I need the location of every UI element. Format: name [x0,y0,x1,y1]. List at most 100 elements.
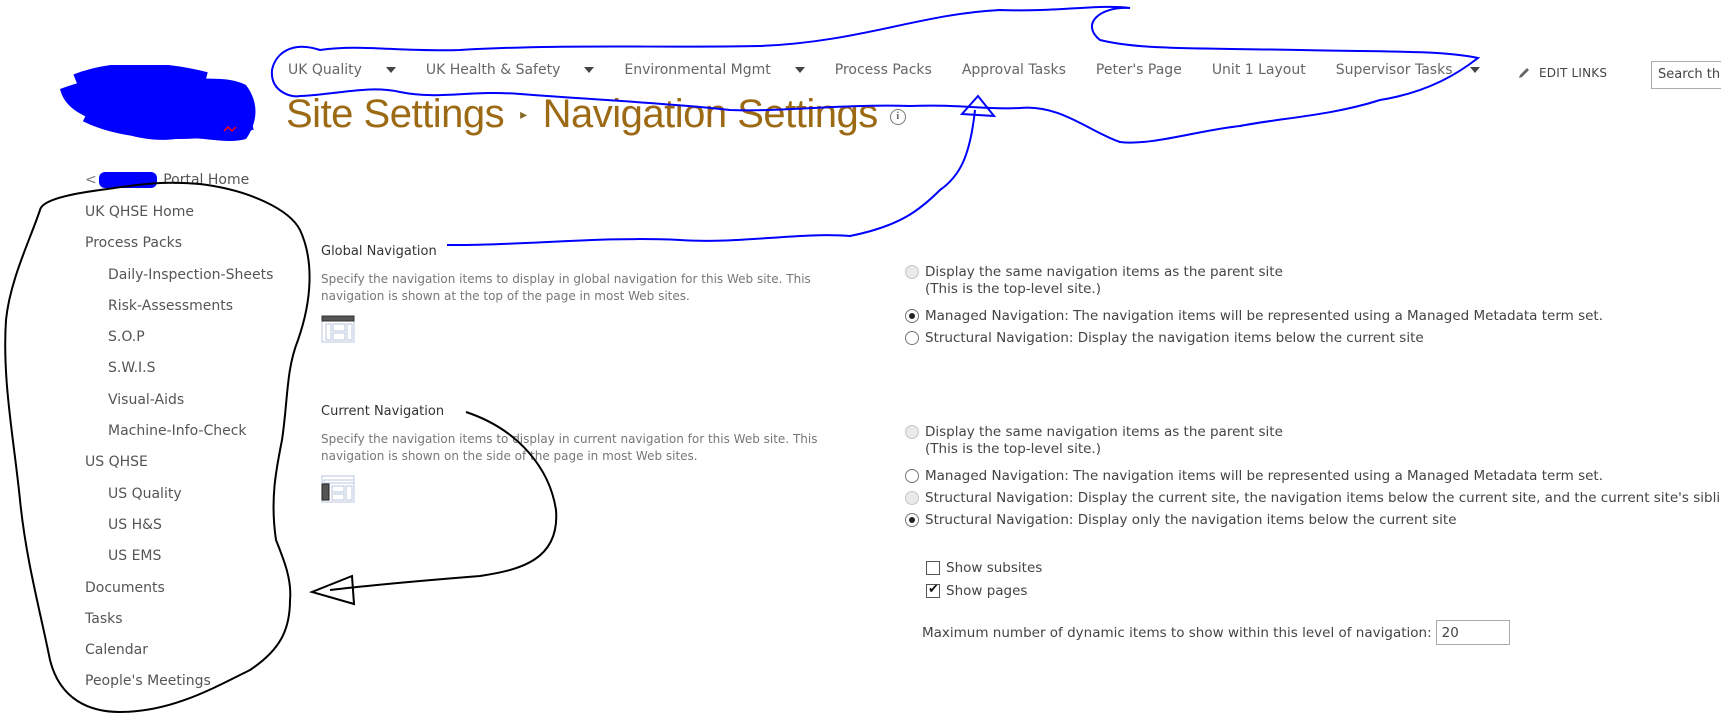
sidebar-item[interactable]: Tasks [85,609,273,640]
current-navigation-heading: Current Navigation [321,404,445,419]
sidebar-item[interactable]: Calendar [85,640,273,671]
option-subtext: (This is the top-level site.) [925,281,1101,297]
option-subtext: (This is the top-level site.) [925,441,1101,457]
breadcrumb-current-page: Navigation Settings [542,92,879,136]
option-label: Structural Navigation: Display the navig… [925,330,1424,346]
radio-button[interactable] [905,513,919,527]
section-heading: Current Navigation [309,390,467,422]
top-nav-item-supervisor-tasks[interactable]: Supervisor Tasks [1336,62,1481,78]
top-nav-label: Process Packs [834,62,932,78]
current-navigation-section: Current Navigation Specify the navigatio… [309,390,821,503]
sidebar-item[interactable]: Risk-Assessments [85,296,273,327]
info-icon[interactable]: i [889,109,906,125]
sidebar-item[interactable]: US Quality [85,484,273,515]
top-nav-item-uk-health-safety[interactable]: UK Health & Safety [425,62,595,78]
top-nav-item-unit-1-layout[interactable]: Unit 1 Layout [1212,62,1306,78]
checkbox[interactable] [926,582,940,598]
top-nav-label: Environmental Mgmt [624,62,771,78]
blue-arrow-head [959,94,997,118]
sidebar-item[interactable]: UK QHSE Home [85,202,273,233]
back-arrow-icon: < [85,172,97,188]
top-nav-item-process-packs[interactable]: Process Packs [835,62,932,78]
dropdown-caret-icon[interactable] [794,67,805,73]
option-label: Managed Navigation: The navigation items… [925,308,1604,324]
max-dynamic-items-row: Maximum number of dynamic items to show … [922,620,1510,645]
top-nav-item-uk-quality[interactable]: UK Quality [288,62,396,78]
breadcrumb-separator-icon: ▸ [520,106,527,122]
section-description: Specify the navigation items to display … [321,272,811,303]
global-option-managed[interactable]: Managed Navigation: The navigation items… [905,308,1603,330]
option-label: Structural Navigation: Display only the … [925,512,1457,528]
section-description: Specify the navigation items to display … [321,432,818,463]
current-option-structural-below[interactable]: Structural Navigation: Display only the … [905,512,1721,534]
current-option-parent[interactable]: Display the same navigation items as the… [905,424,1721,468]
dropdown-caret-icon[interactable] [584,67,595,73]
pencil-icon [1519,68,1529,78]
radio-button[interactable] [905,331,919,345]
portal-home-label: Portal Home [163,172,250,188]
current-option-structural-siblings[interactable]: Structural Navigation: Display the curre… [905,490,1721,512]
top-nav-label: Supervisor Tasks [1335,62,1453,78]
show-pages-checkbox[interactable]: Show pages [926,579,1042,602]
checkbox[interactable] [926,560,940,575]
max-dynamic-items-label: Maximum number of dynamic items to show … [922,624,1432,641]
current-option-managed[interactable]: Managed Navigation: The navigation items… [905,468,1721,490]
redacted-text [98,172,157,188]
black-arrow-head [308,574,356,606]
sidebar-item[interactable]: Visual-Aids [85,390,273,421]
global-option-parent[interactable]: Display the same navigation items as the… [905,264,1603,308]
portal-home-link[interactable]: < Portal Home [85,172,249,188]
sidebar-item[interactable]: Machine-Info-Check [85,421,273,452]
search-input[interactable]: Search this site [1651,61,1721,89]
radio-button[interactable] [905,309,919,323]
global-navigation-bar: UK Quality UK Health & Safety Environmen… [288,62,1510,78]
global-navigation-options: Display the same navigation items as the… [905,264,1603,352]
sidebar-item[interactable]: US EMS [85,546,273,577]
radio-button[interactable] [905,469,919,483]
page-title: Site Settings ▸ Navigation Settings i [286,92,906,137]
checkbox-label: Show subsites [946,559,1043,576]
dropdown-caret-icon[interactable] [385,67,396,73]
radio-button[interactable] [905,491,919,505]
radio-button[interactable] [905,425,919,439]
breadcrumb-site-settings[interactable]: Site Settings [286,92,505,137]
edit-links-button[interactable]: EDIT LINKS [1517,66,1607,80]
top-nav-label: UK Health & Safety [425,62,561,78]
radio-button[interactable] [905,265,919,279]
show-subsites-checkbox[interactable]: Show subsites [926,556,1042,579]
site-logo[interactable] [56,65,266,145]
top-nav-label: Peter's Page [1095,62,1182,78]
option-label: Display the same navigation items as the… [925,424,1283,440]
sidebar-item[interactable]: Documents [85,578,273,609]
sidebar-item[interactable]: S.W.I.S [85,358,273,389]
option-label: Display the same navigation items as the… [925,264,1283,280]
sidebar-item[interactable]: US QHSE [85,452,273,483]
sidebar-item[interactable]: Daily-Inspection-Sheets [85,265,273,296]
top-nav-label: UK Quality [288,62,362,78]
edit-links-label: EDIT LINKS [1539,66,1608,80]
current-navigation-layout-icon [321,475,355,503]
checkbox-label: Show pages [946,582,1028,599]
dropdown-caret-icon[interactable] [1470,67,1481,73]
section-heading: Global Navigation [309,230,459,262]
global-navigation-section: Global Navigation Specify the navigation… [309,230,821,343]
top-nav-item-environmental-mgmt[interactable]: Environmental Mgmt [624,62,805,78]
top-nav-item-approval-tasks[interactable]: Approval Tasks [962,62,1066,78]
max-dynamic-items-input[interactable] [1435,620,1510,645]
sidebar-item[interactable]: Process Packs [85,233,273,264]
option-label: Structural Navigation: Display the curre… [925,490,1721,506]
global-navigation-layout-icon [321,315,355,343]
top-nav-label: Unit 1 Layout [1211,62,1306,78]
top-nav-item-peters-page[interactable]: Peter's Page [1096,62,1182,78]
option-label-group: Display the same navigation items as the… [925,264,1283,298]
top-nav-label: Approval Tasks [961,62,1066,78]
sidebar-nav-list: UK QHSE Home Process Packs Daily-Inspectio… [85,202,273,703]
global-option-structural[interactable]: Structural Navigation: Display the navig… [905,330,1603,352]
option-label-group: Display the same navigation items as the… [925,424,1283,458]
current-navigation-checkboxes: Show subsites Show pages [926,556,1042,602]
global-navigation-heading: Global Navigation [321,244,437,259]
sidebar-item[interactable]: People's Meetings [85,671,273,702]
option-label: Managed Navigation: The navigation items… [925,468,1604,484]
sidebar-item[interactable]: S.O.P [85,327,273,358]
sidebar-item[interactable]: US H&S [85,515,273,546]
